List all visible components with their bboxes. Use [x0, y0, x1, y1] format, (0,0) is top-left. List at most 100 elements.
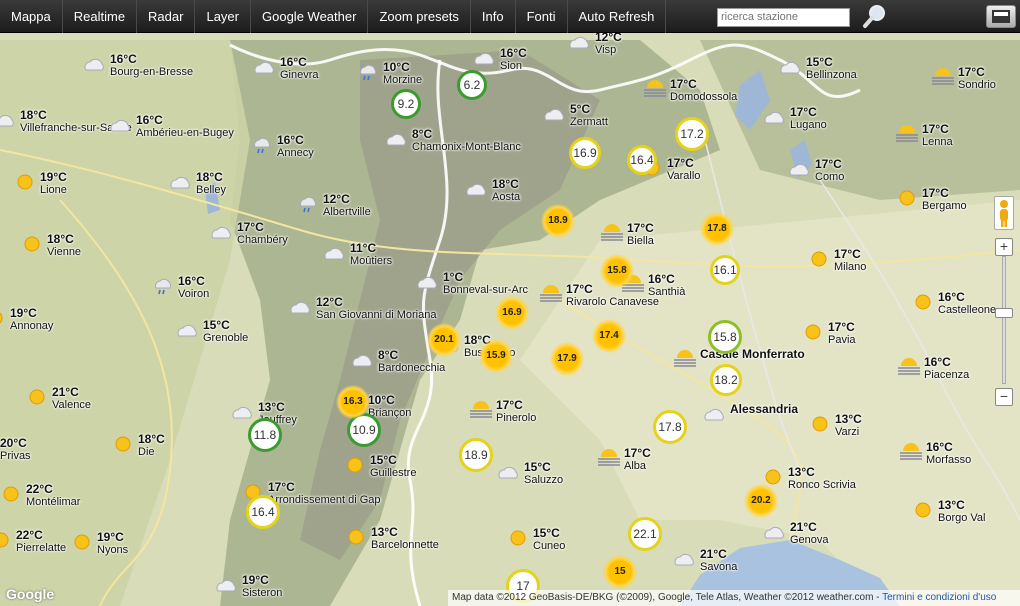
- fog-icon: [894, 124, 920, 144]
- station-marker[interactable]: 16.4: [246, 495, 280, 529]
- forecast-city-label: 22°C Pierrelatte: [16, 528, 66, 554]
- menu-fonti[interactable]: Fonti: [516, 0, 568, 33]
- forecast-temperature: 16°C: [136, 113, 163, 127]
- fog-icon: [596, 448, 622, 468]
- cloud-icon: [542, 104, 568, 124]
- street-view-pegman[interactable]: [994, 196, 1014, 230]
- forecast-city-name: Sisteron: [242, 587, 283, 599]
- forecast-temperature: 17°C: [496, 398, 523, 412]
- forecast-city-name: Bonneval-sur-Arc: [443, 284, 528, 296]
- menu-info[interactable]: Info: [471, 0, 516, 33]
- forecast-city-label: 17°C Lugano: [790, 105, 827, 131]
- forecast-temperature: 15°C: [524, 460, 551, 474]
- menu-zoom-presets[interactable]: Zoom presets: [368, 0, 471, 33]
- sunny-station-marker[interactable]: 17.4: [592, 319, 626, 353]
- station-marker[interactable]: 15.8: [708, 320, 742, 354]
- menu-mappa[interactable]: Mappa: [0, 0, 63, 33]
- forecast-city-label: 16°C Morfasso: [926, 440, 971, 466]
- cloud-icon: [787, 159, 813, 179]
- forecast-temperature: 17°C: [828, 320, 855, 334]
- station-marker[interactable]: 17.2: [675, 117, 709, 151]
- forecast-city-label: 19°C Nyons: [97, 530, 128, 556]
- forecast-city-label: 13°C Ronco Scrivia: [788, 465, 856, 491]
- forecast-city-name: Lenna: [922, 136, 953, 148]
- station-marker[interactable]: 18.9: [459, 438, 493, 472]
- forecast-city-label: 12°C San Giovanni di Moriana: [316, 295, 436, 321]
- forecast-city-label: 11°C Moûtiers: [350, 241, 392, 267]
- sun-icon: [69, 532, 95, 552]
- sunny-station-marker[interactable]: 17.9: [550, 342, 584, 376]
- menu-auto-refresh[interactable]: Auto Refresh: [568, 0, 667, 33]
- zoom-in-button[interactable]: +: [995, 238, 1013, 256]
- forecast-temperature: 13°C: [371, 525, 398, 539]
- sunny-station-marker[interactable]: 20.2: [744, 484, 778, 518]
- station-marker[interactable]: 11.8: [248, 418, 282, 452]
- top-menu-bar: Mappa Realtime Radar Layer Google Weathe…: [0, 0, 1020, 33]
- forecast-city-label: 21°C Valence: [52, 385, 91, 411]
- forecast-temperature: 15°C: [370, 453, 397, 467]
- sunny-station-marker[interactable]: 15.9: [479, 339, 513, 373]
- cloud-rain-icon: [249, 135, 275, 155]
- forecast-city-name: Sion: [500, 60, 523, 72]
- station-marker[interactable]: 16.9: [569, 137, 601, 169]
- forecast-temperature: Alessandria: [730, 402, 799, 416]
- cloud-icon: [472, 48, 498, 68]
- search-icon[interactable]: [862, 3, 888, 29]
- forecast-city-label: 17°C Biella: [627, 221, 654, 247]
- sunny-station-marker[interactable]: 16.3: [336, 385, 370, 419]
- forecast-city-name: Ambérieu-en-Bugey: [136, 127, 234, 139]
- forecast-city-name: Vienne: [47, 246, 82, 258]
- sun-icon: [342, 455, 368, 475]
- search-input[interactable]: [717, 7, 850, 27]
- forecast-city-label: 12°C Visp: [595, 30, 622, 56]
- fullscreen-button[interactable]: [986, 5, 1016, 28]
- menu-layer[interactable]: Layer: [195, 0, 251, 33]
- sun-icon: [110, 434, 136, 454]
- menu-radar[interactable]: Radar: [137, 0, 196, 33]
- forecast-temperature: 19°C: [242, 573, 269, 587]
- forecast-city-name: Pierrelatte: [16, 542, 67, 554]
- forecast-temperature: 16°C: [280, 55, 307, 69]
- forecast-city-label: 19°C Annonay: [10, 306, 53, 332]
- forecast-temperature: 16°C: [110, 52, 137, 66]
- forecast-temperature: 17°C: [627, 221, 654, 235]
- sunny-station-marker[interactable]: 15.8: [600, 254, 634, 288]
- zoom-slider-track[interactable]: [1002, 256, 1006, 384]
- zoom-slider-handle[interactable]: [995, 308, 1013, 318]
- forecast-temperature: 21°C: [790, 520, 817, 534]
- station-marker[interactable]: 6.2: [457, 70, 487, 100]
- sun-icon: [807, 414, 833, 434]
- menu-realtime[interactable]: Realtime: [63, 0, 138, 33]
- forecast-city-name: Pavia: [828, 334, 856, 346]
- forecast-city-name: Bourg-en-Bresse: [110, 66, 194, 78]
- forecast-temperature: 13°C: [835, 412, 862, 426]
- sunny-station-marker[interactable]: 17.8: [700, 212, 734, 246]
- station-marker[interactable]: 18.2: [710, 364, 742, 396]
- forecast-city-name: Albertville: [323, 206, 371, 218]
- terms-link[interactable]: Termini e condizioni d'uso: [882, 592, 996, 603]
- station-marker[interactable]: 9.2: [391, 89, 421, 119]
- sunny-station-marker[interactable]: 20.1: [427, 323, 461, 357]
- forecast-city-label: 18°C Die: [138, 432, 165, 458]
- forecast-city-name: Lugano: [790, 119, 827, 131]
- sunny-station-marker[interactable]: 15: [603, 555, 637, 589]
- station-marker[interactable]: 17.8: [653, 410, 687, 444]
- forecast-city-label: 5°C Zermatt: [570, 102, 608, 128]
- forecast-city-name: Savona: [700, 561, 738, 573]
- sunny-station-marker[interactable]: 16.9: [495, 296, 529, 330]
- forecast-city-label: 17°C Arrondissement di Gap: [268, 480, 381, 506]
- forecast-temperature: 13°C: [938, 498, 965, 512]
- sunny-station-marker[interactable]: 18.9: [541, 204, 575, 238]
- forecast-temperature: 18°C: [196, 170, 223, 184]
- cloud-icon: [322, 243, 348, 263]
- station-marker[interactable]: 16.4: [627, 145, 657, 175]
- menu-google-weather[interactable]: Google Weather: [251, 0, 369, 33]
- weather-map[interactable]: 16°C Bourg-en-Bresse 16°C Ginevra 10°C Morzin…: [0, 0, 1020, 606]
- station-marker[interactable]: 16.1: [710, 255, 740, 285]
- zoom-out-button[interactable]: −: [995, 388, 1013, 406]
- forecast-city-name: Bardonecchia: [378, 362, 446, 374]
- station-marker[interactable]: 22.1: [628, 517, 662, 551]
- pegman-icon: [1000, 200, 1008, 227]
- forecast-temperature: 19°C: [40, 170, 67, 184]
- cloud-icon: [0, 110, 18, 130]
